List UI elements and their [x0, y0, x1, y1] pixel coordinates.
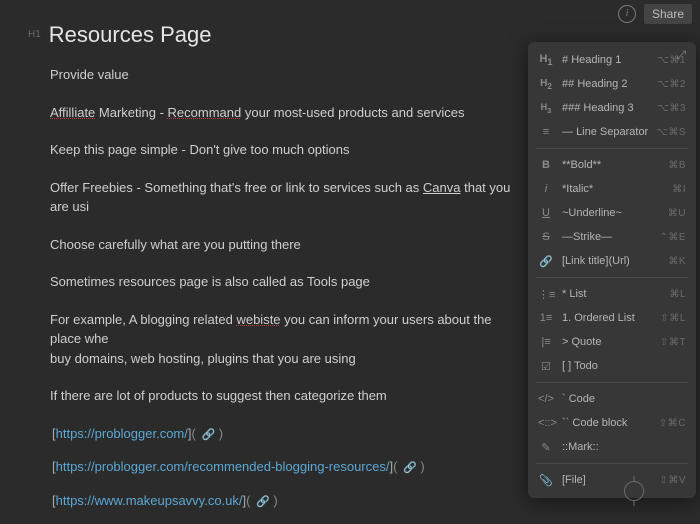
menu-item-italic[interactable]: i*Italic*⌘I — [528, 177, 696, 201]
attachment-icon: 🔗 — [403, 462, 417, 474]
attachment-icon: 🔗 — [201, 429, 215, 441]
scroll-indicator-icon — [624, 481, 644, 501]
mark-icon: ✎ — [538, 441, 554, 454]
menu-item-quote[interactable]: |≡> Quote⇧⌘T — [528, 330, 696, 354]
menu-item-list[interactable]: ⋮≡* List⌘L — [528, 282, 696, 306]
link-line: [https://problogger.com/]( 🔗 ) — [52, 424, 520, 444]
menu-item-h2[interactable]: H2## Heading 2⌥⌘2 — [528, 72, 696, 96]
code-icon: </> — [538, 393, 554, 405]
menu-divider — [536, 382, 688, 383]
menu-item-code-block[interactable]: <::>`` Code block⇧⌘C — [528, 411, 696, 435]
paragraph: Provide value — [50, 65, 520, 85]
paragraph: If there are lot of products to suggest … — [50, 386, 520, 406]
menu-item-code[interactable]: </>` Code — [528, 387, 696, 411]
paragraph: Sometimes resources page is also called … — [50, 272, 520, 292]
link[interactable]: https://www.makeupsavvy.co.uk/ — [56, 493, 243, 508]
menu-item-separator[interactable]: ≡— Line Separator⌥⌘S — [528, 120, 696, 144]
paragraph: Choose carefully what are you putting th… — [50, 235, 520, 255]
menu-item-link[interactable]: 🔗[Link title](Url)⌘K — [528, 249, 696, 273]
attachment-icon: 🔗 — [256, 496, 270, 508]
menu-item-h1[interactable]: H1# Heading 1⌥⌘1 — [528, 48, 696, 72]
menu-divider — [536, 277, 688, 278]
menu-item-strike[interactable]: S—Strike—⌃⌘E — [528, 225, 696, 249]
paragraph: For example, A blogging related webiste … — [50, 310, 520, 369]
list-icon: ⋮≡ — [538, 288, 554, 301]
expand-icon[interactable]: ⤢ — [676, 48, 686, 63]
ordered-list-icon: 1≡ — [538, 312, 554, 324]
link-icon: 🔗 — [538, 255, 554, 268]
paragraph: Keep this page simple - Don't give too m… — [50, 140, 520, 160]
format-menu: ⤢ H1# Heading 1⌥⌘1 H2## Heading 2⌥⌘2 H3#… — [528, 42, 696, 498]
todo-icon: ☑ — [538, 360, 554, 373]
link-line: [https://problogger.com/recommended-blog… — [52, 457, 520, 477]
menu-item-todo[interactable]: ☑[ ] Todo — [528, 354, 696, 378]
link-line: [https://www.makeupsavvy.co.uk/]( 🔗 ) — [52, 491, 520, 511]
link[interactable]: https://problogger.com/ — [56, 426, 188, 441]
menu-item-h3[interactable]: H3### Heading 3⌥⌘3 — [528, 96, 696, 120]
attachment-icon: 📎 — [538, 474, 554, 487]
menu-item-ordered-list[interactable]: 1≡1. Ordered List⇧⌘L — [528, 306, 696, 330]
menu-item-underline[interactable]: U~Underline~⌘U — [528, 201, 696, 225]
paragraph: Affilliate Marketing - Recommand your mo… — [50, 103, 520, 123]
menu-divider — [536, 148, 688, 149]
code-block-icon: <::> — [538, 417, 554, 429]
paragraph: Offer Freebies - Something that's free o… — [50, 178, 520, 217]
heading-marker: H1 — [28, 27, 41, 42]
page-title: Resources Page — [49, 18, 212, 51]
menu-item-file[interactable]: 📎[File]⇧⌘V — [528, 468, 696, 492]
menu-item-bold[interactable]: B**Bold**⌘B — [528, 153, 696, 177]
quote-icon: |≡ — [538, 336, 554, 348]
menu-divider — [536, 463, 688, 464]
menu-item-mark[interactable]: ✎::Mark:: — [528, 435, 696, 459]
link[interactable]: https://problogger.com/recommended-blogg… — [56, 459, 390, 474]
